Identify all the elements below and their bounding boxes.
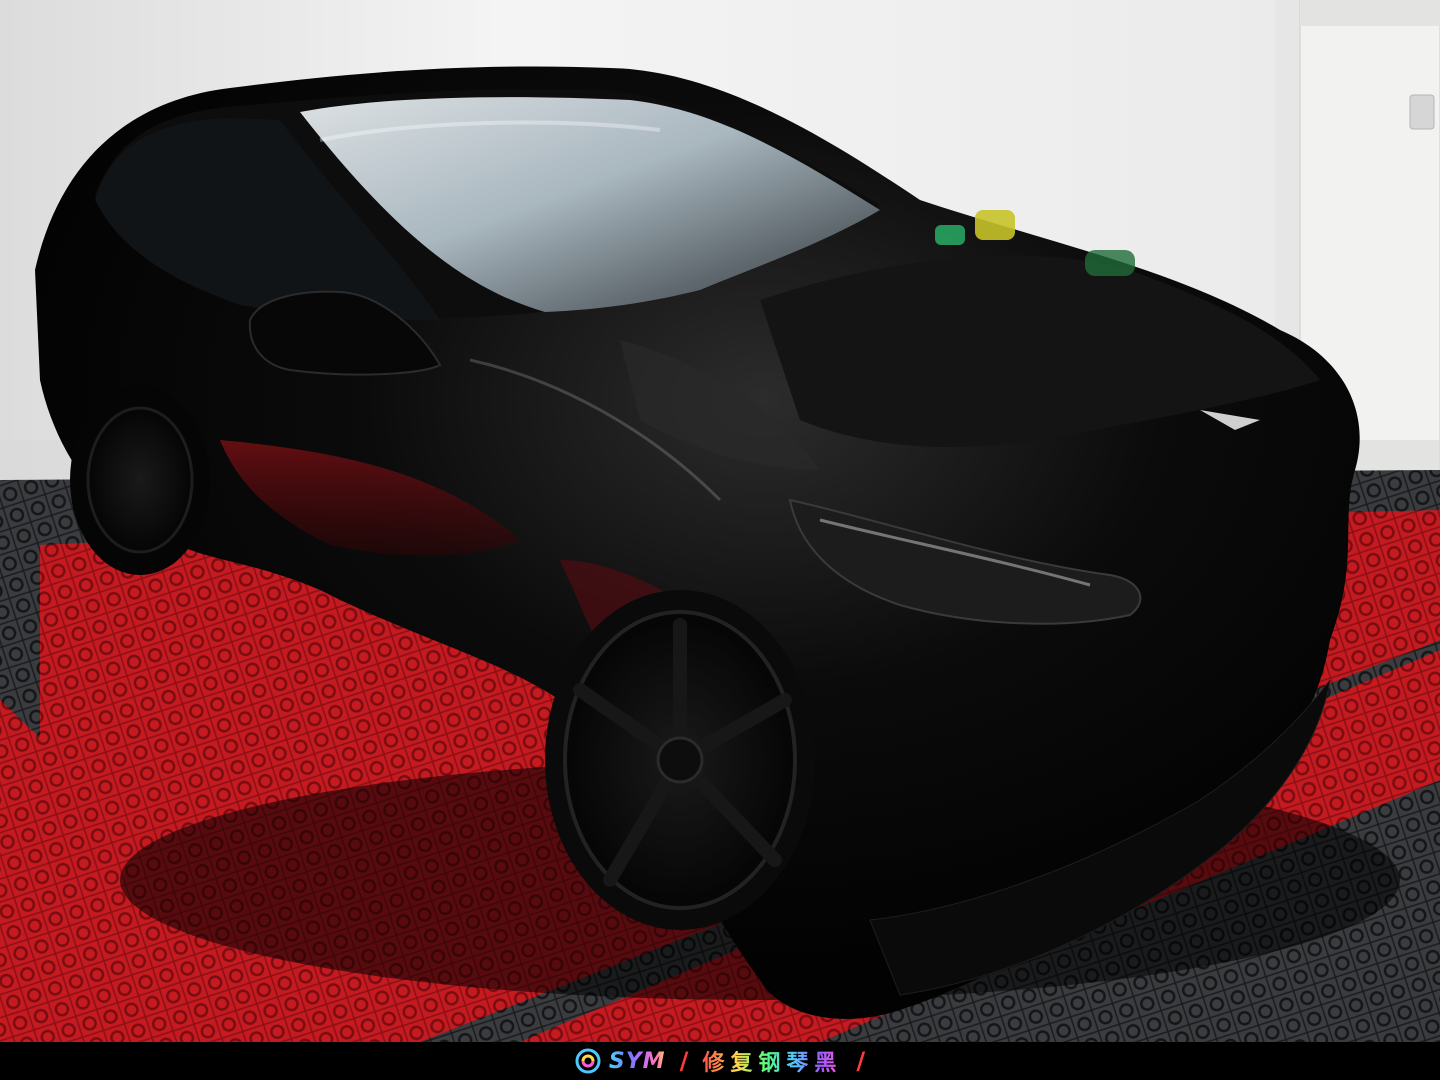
brand-logo-icon (575, 1048, 601, 1074)
front-wheel (545, 590, 815, 930)
caption-bar: SYM / 修复钢琴黑 / (0, 1042, 1440, 1080)
car-photo (0, 0, 1440, 1042)
separator-left: / (679, 1047, 689, 1075)
photo-scene (0, 0, 1440, 1042)
slogan-text: 修复钢琴黑 (702, 1045, 842, 1077)
rear-wheel (70, 385, 210, 575)
brand-name: SYM (608, 1048, 666, 1074)
brand: SYM (575, 1048, 666, 1074)
separator-right: / (856, 1047, 866, 1075)
